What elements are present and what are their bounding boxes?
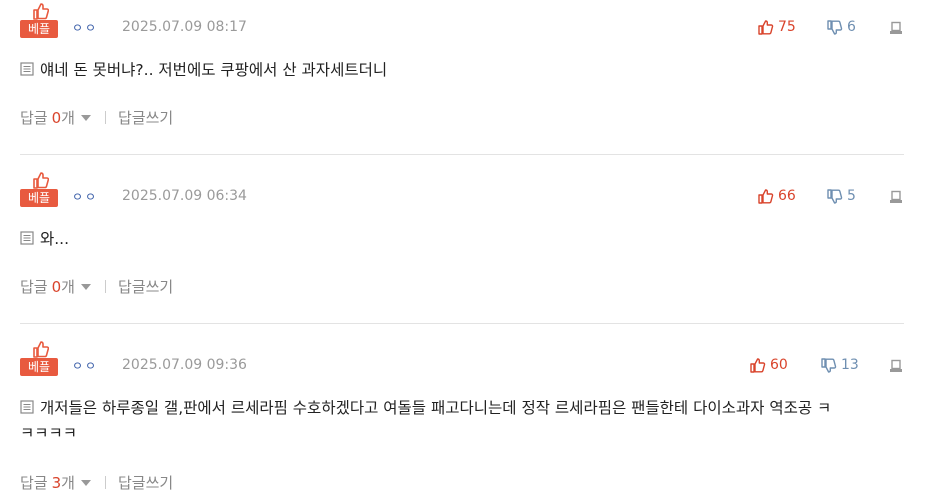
reply-unit: 개 (61, 109, 75, 127)
thumbs-up-icon (33, 3, 49, 20)
caret-down-icon (80, 283, 91, 290)
dislike-button[interactable]: 13 (821, 357, 859, 373)
dislike-button[interactable]: 5 (827, 188, 856, 204)
best-label: 베플 (20, 358, 58, 376)
divider (104, 280, 106, 293)
reply-label: 답글 (20, 278, 48, 296)
like-button[interactable]: 66 (758, 188, 796, 204)
best-badge: 베플 (20, 171, 58, 207)
reply-toggle[interactable]: 답글 0 개 (20, 276, 91, 297)
dislike-count: 6 (847, 19, 856, 35)
document-icon (20, 231, 34, 245)
thumbs-down-icon (821, 357, 837, 373)
reply-bar: 답글 0 개 답글쓰기 (20, 276, 173, 297)
divider (104, 476, 106, 489)
comment-body: 와... (20, 227, 900, 252)
timestamp: 2025.07.09 08:17 (122, 19, 247, 35)
thumbs-up-icon (758, 188, 774, 204)
document-icon (20, 62, 34, 76)
reply-unit: 개 (61, 474, 75, 492)
reply-label: 답글 (20, 474, 48, 492)
dislike-count: 13 (841, 357, 859, 373)
report-icon[interactable] (889, 190, 903, 204)
like-button[interactable]: 60 (750, 357, 788, 373)
reply-toggle[interactable]: 답글 0 개 (20, 107, 91, 128)
like-count: 60 (770, 357, 788, 373)
comment-item: 베플 ㅇㅇ 2025.07.09 08:17 75 6 얘네 돈 못버냐?.. … (0, 0, 925, 160)
divider (20, 154, 904, 155)
thumbs-down-icon (827, 19, 843, 35)
nickname[interactable]: ㅇㅇ (72, 357, 98, 374)
thumbs-up-icon (33, 341, 49, 358)
reply-count: 3 (51, 473, 62, 492)
best-badge: 베플 (20, 340, 58, 376)
comment-text: 와... (40, 230, 70, 248)
timestamp: 2025.07.09 06:34 (122, 188, 247, 204)
document-icon (20, 400, 34, 414)
write-reply-link[interactable]: 답글쓰기 (118, 107, 173, 128)
reply-bar: 답글 3 개 답글쓰기 (20, 472, 173, 493)
divider (104, 111, 106, 124)
best-badge: 베플 (20, 2, 58, 38)
reply-bar: 답글 0 개 답글쓰기 (20, 107, 173, 128)
reply-label: 답글 (20, 109, 48, 127)
thumbs-down-icon (827, 188, 843, 204)
comment-item: 베플 ㅇㅇ 2025.07.09 06:34 66 5 와... 답글 0 개 (0, 169, 925, 329)
dislike-button[interactable]: 6 (827, 19, 856, 35)
nickname[interactable]: ㅇㅇ (72, 19, 98, 36)
like-button[interactable]: 75 (758, 19, 796, 35)
dislike-count: 5 (847, 188, 856, 204)
comment-text: 개저들은 하루종일 갤,판에서 르세라핌 수호하겠다고 여돌들 패고다니는데 정… (40, 399, 832, 417)
write-reply-link[interactable]: 답글쓰기 (118, 276, 173, 297)
thumbs-up-icon (33, 172, 49, 189)
reply-unit: 개 (61, 278, 75, 296)
like-count: 66 (778, 188, 796, 204)
like-count: 75 (778, 19, 796, 35)
best-label: 베플 (20, 189, 58, 207)
comment-item: 베플 ㅇㅇ 2025.07.09 09:36 60 13 개저들은 하루종일 갤… (0, 338, 925, 498)
comment-body: 얘네 돈 못버냐?.. 저번에도 쿠팡에서 산 과자세트더니 (20, 58, 900, 83)
best-label: 베플 (20, 20, 58, 38)
write-reply-link[interactable]: 답글쓰기 (118, 472, 173, 493)
reply-count: 0 (51, 108, 62, 127)
comment-body: 개저들은 하루종일 갤,판에서 르세라핌 수호하겠다고 여돌들 패고다니는데 정… (20, 396, 900, 446)
reply-toggle[interactable]: 답글 3 개 (20, 472, 91, 493)
report-icon[interactable] (889, 359, 903, 373)
caret-down-icon (80, 114, 91, 121)
comment-text-continued: ㅋㅋㅋㅋ (20, 424, 78, 442)
thumbs-up-icon (750, 357, 766, 373)
nickname[interactable]: ㅇㅇ (72, 188, 98, 205)
reply-count: 0 (51, 277, 62, 296)
report-icon[interactable] (889, 21, 903, 35)
timestamp: 2025.07.09 09:36 (122, 357, 247, 373)
caret-down-icon (80, 479, 91, 486)
divider (20, 323, 904, 324)
thumbs-up-icon (758, 19, 774, 35)
comment-text: 얘네 돈 못버냐?.. 저번에도 쿠팡에서 산 과자세트더니 (40, 61, 388, 79)
